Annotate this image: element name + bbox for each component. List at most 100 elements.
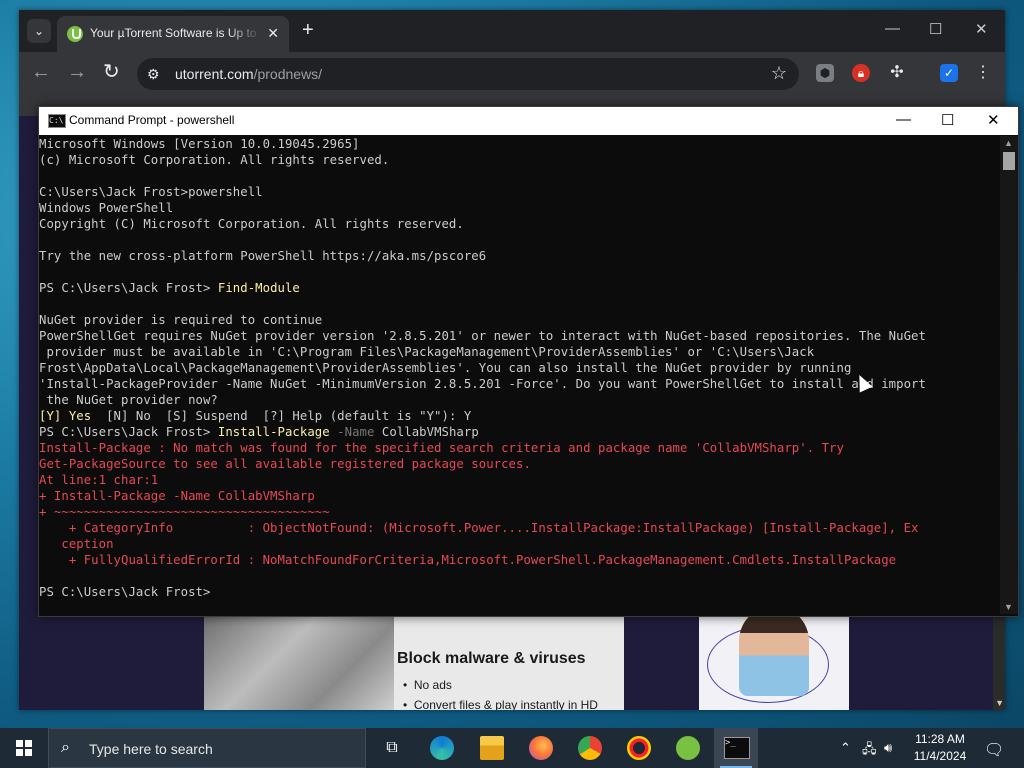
console-line: the NuGet provider now? bbox=[39, 392, 999, 408]
taskbar-clock[interactable]: 11:28 AM 11/4/2024 bbox=[905, 731, 975, 765]
console-line: + ~~~~~~~~~~~~~~~~~~~~~~~~~~~~~~~~~~~~~ bbox=[39, 504, 999, 520]
scroll-thumb[interactable] bbox=[1003, 152, 1015, 170]
site-info-icon[interactable]: ⚙ bbox=[147, 66, 160, 83]
console-text: PS C:\Users\Jack Frost> bbox=[39, 585, 218, 599]
extension-lock-icon[interactable]: 🔒︎ bbox=[852, 64, 870, 82]
command-prompt-icon: >_ bbox=[724, 737, 750, 759]
chrome-icon[interactable] bbox=[578, 736, 602, 760]
promo-banner[interactable]: Block malware & viruses • No ads • Conve… bbox=[204, 616, 624, 710]
scroll-down-arrow-icon[interactable]: ▼ bbox=[1004, 602, 1013, 612]
console-text: Copyright (C) Microsoft Corporation. All… bbox=[39, 217, 464, 231]
tab-close-icon[interactable]: ✕ bbox=[267, 25, 279, 42]
promo-item-text: No ads bbox=[413, 678, 452, 692]
console-line: Try the new cross-platform PowerShell ht… bbox=[39, 248, 999, 264]
console-text: NuGet provider is required to continue bbox=[39, 313, 323, 327]
url-text: utorrent.com/prodnews/ bbox=[175, 66, 322, 82]
console-text: -Name bbox=[329, 425, 375, 439]
cmd-app-icon: C:\ bbox=[48, 114, 66, 128]
scroll-up-arrow-icon[interactable]: ▲ bbox=[1004, 138, 1013, 148]
console-text: [N] No [S] Suspend [?] Help (default is … bbox=[91, 409, 472, 423]
browser-close-button[interactable]: ✕ bbox=[975, 20, 988, 38]
clock-date: 11/4/2024 bbox=[913, 749, 967, 763]
search-icon: ⌕ bbox=[61, 739, 70, 756]
promo-item-text: Convert files & play instantly in HD bbox=[413, 698, 598, 710]
console-line: Get-PackageSource to see all available r… bbox=[39, 456, 999, 472]
file-explorer-icon[interactable] bbox=[480, 736, 504, 760]
console-text: 'Install-PackageProvider -Name NuGet -Mi… bbox=[39, 377, 926, 391]
console-line: PS C:\Users\Jack Frost> bbox=[39, 584, 999, 600]
volume-icon[interactable]: 🔊︎ bbox=[884, 740, 892, 756]
console-line: PS C:\Users\Jack Frost> Install-Package … bbox=[39, 424, 999, 440]
console-line: [Y] Yes [N] No [S] Suspend [?] Help (def… bbox=[39, 408, 999, 424]
console-text: Microsoft Windows [Version 10.0.19045.29… bbox=[39, 137, 360, 151]
console-line: At line:1 char:1 bbox=[39, 472, 999, 488]
cmd-close-button[interactable]: ✕ bbox=[987, 111, 1000, 129]
console-text: ception bbox=[39, 537, 114, 551]
scroll-down-arrow-icon[interactable]: ▼ bbox=[995, 698, 1004, 708]
console-text: + ~~~~~~~~~~~~~~~~~~~~~~~~~~~~~~~~~~~~~ bbox=[39, 505, 330, 519]
cmd-maximize-button[interactable]: ☐ bbox=[941, 111, 954, 129]
tab-strip: ⌄ Your µTorrent Software is Up to Date ✕… bbox=[19, 10, 1005, 52]
url-domain: utorrent.com bbox=[175, 66, 254, 82]
console-line: Install-Package : No match was found for… bbox=[39, 440, 999, 456]
bookmark-star-icon[interactable]: ☆ bbox=[771, 63, 787, 84]
chevron-up-icon[interactable]: ⌃ bbox=[840, 740, 851, 756]
console-text: PS C:\Users\Jack Frost> bbox=[39, 425, 218, 439]
extension-check-icon[interactable]: ✓ bbox=[940, 64, 958, 82]
tab-search-button[interactable]: ⌄ bbox=[27, 19, 51, 43]
taskbar: ⌕ Type here to search ⧉ >_ ⌃ 🖧︎ 🔊︎ 11:28… bbox=[0, 728, 1024, 768]
browser-tab[interactable]: Your µTorrent Software is Up to Date ✕ bbox=[57, 16, 289, 52]
utorrent-favicon-icon bbox=[67, 26, 83, 42]
taskbar-item-command-prompt[interactable]: >_ bbox=[714, 728, 758, 768]
address-bar[interactable]: ⚙ utorrent.com/prodnews/ ☆ bbox=[137, 58, 799, 90]
browser-toolbar: ← → ↻ ⚙ utorrent.com/prodnews/ ☆ ⬢ 🔒︎ ✣ … bbox=[19, 52, 1005, 96]
console-line: Microsoft Windows [Version 10.0.19045.29… bbox=[39, 136, 999, 152]
notification-icon[interactable]: 🗨︎ bbox=[984, 740, 1004, 760]
console-line: + CategoryInfo : ObjectNotFound: (Micros… bbox=[39, 520, 999, 536]
console-line: provider must be available in 'C:\Progra… bbox=[39, 344, 999, 360]
forward-arrow-icon[interactable]: → bbox=[67, 62, 87, 82]
console-text: Get-PackageSource to see all available r… bbox=[39, 457, 531, 471]
reload-icon[interactable]: ↻ bbox=[103, 62, 120, 82]
back-arrow-icon[interactable]: ← bbox=[31, 62, 51, 82]
edge-icon[interactable] bbox=[430, 736, 454, 760]
console-output[interactable]: Microsoft Windows [Version 10.0.19045.29… bbox=[39, 136, 999, 614]
promo-heading: Block malware & viruses bbox=[397, 650, 586, 667]
promo-image-person bbox=[699, 616, 849, 710]
taskbar-search-box[interactable]: ⌕ Type here to search bbox=[48, 728, 366, 768]
cmd-title-bar[interactable]: C:\ Command Prompt - powershell — ☐ ✕ bbox=[39, 107, 1018, 135]
console-line: PS C:\Users\Jack Frost> Find-Module bbox=[39, 280, 999, 296]
task-view-icon[interactable]: ⧉ bbox=[380, 736, 404, 760]
utorrent-icon[interactable] bbox=[676, 736, 700, 760]
console-text: Install-Package : No match was found for… bbox=[39, 441, 844, 455]
console-text: + CategoryInfo : ObjectNotFound: (Micros… bbox=[39, 521, 919, 535]
console-line: Frost\AppData\Local\PackageManagement\Pr… bbox=[39, 360, 999, 376]
search-placeholder: Type here to search bbox=[89, 741, 213, 757]
network-icon[interactable]: 🖧︎ bbox=[862, 740, 877, 762]
cmd-minimize-button[interactable]: — bbox=[896, 111, 911, 128]
console-text: Install-Package bbox=[217, 425, 330, 439]
console-text: Find-Module bbox=[217, 281, 300, 295]
console-line: + FullyQualifiedErrorId : NoMatchFoundFo… bbox=[39, 552, 999, 568]
console-text: C:\Users\Jack Frost>powershell bbox=[39, 185, 263, 199]
new-tab-button[interactable]: + bbox=[302, 20, 314, 40]
console-line: NuGet provider is required to continue bbox=[39, 312, 999, 328]
extensions-puzzle-icon[interactable]: ✣ bbox=[888, 64, 906, 82]
command-prompt-window: C:\ Command Prompt - powershell — ☐ ✕ Mi… bbox=[38, 106, 1019, 617]
promo-item: • No ads bbox=[403, 678, 452, 692]
browser-menu-icon[interactable]: ⋮ bbox=[974, 64, 992, 82]
extension-shield-icon[interactable]: ⬢ bbox=[816, 64, 834, 82]
browser-maximize-button[interactable]: ☐ bbox=[929, 20, 942, 38]
console-line: (c) Microsoft Corporation. All rights re… bbox=[39, 152, 999, 168]
firefox-icon[interactable] bbox=[529, 736, 553, 760]
opera-icon[interactable] bbox=[627, 736, 651, 760]
console-text: (c) Microsoft Corporation. All rights re… bbox=[39, 153, 390, 167]
console-text: CollabVMSharp bbox=[374, 425, 479, 439]
windows-start-icon[interactable] bbox=[16, 740, 32, 756]
cmd-scrollbar[interactable]: ▲ ▼ bbox=[1000, 136, 1018, 614]
browser-minimize-button[interactable]: — bbox=[885, 20, 900, 37]
